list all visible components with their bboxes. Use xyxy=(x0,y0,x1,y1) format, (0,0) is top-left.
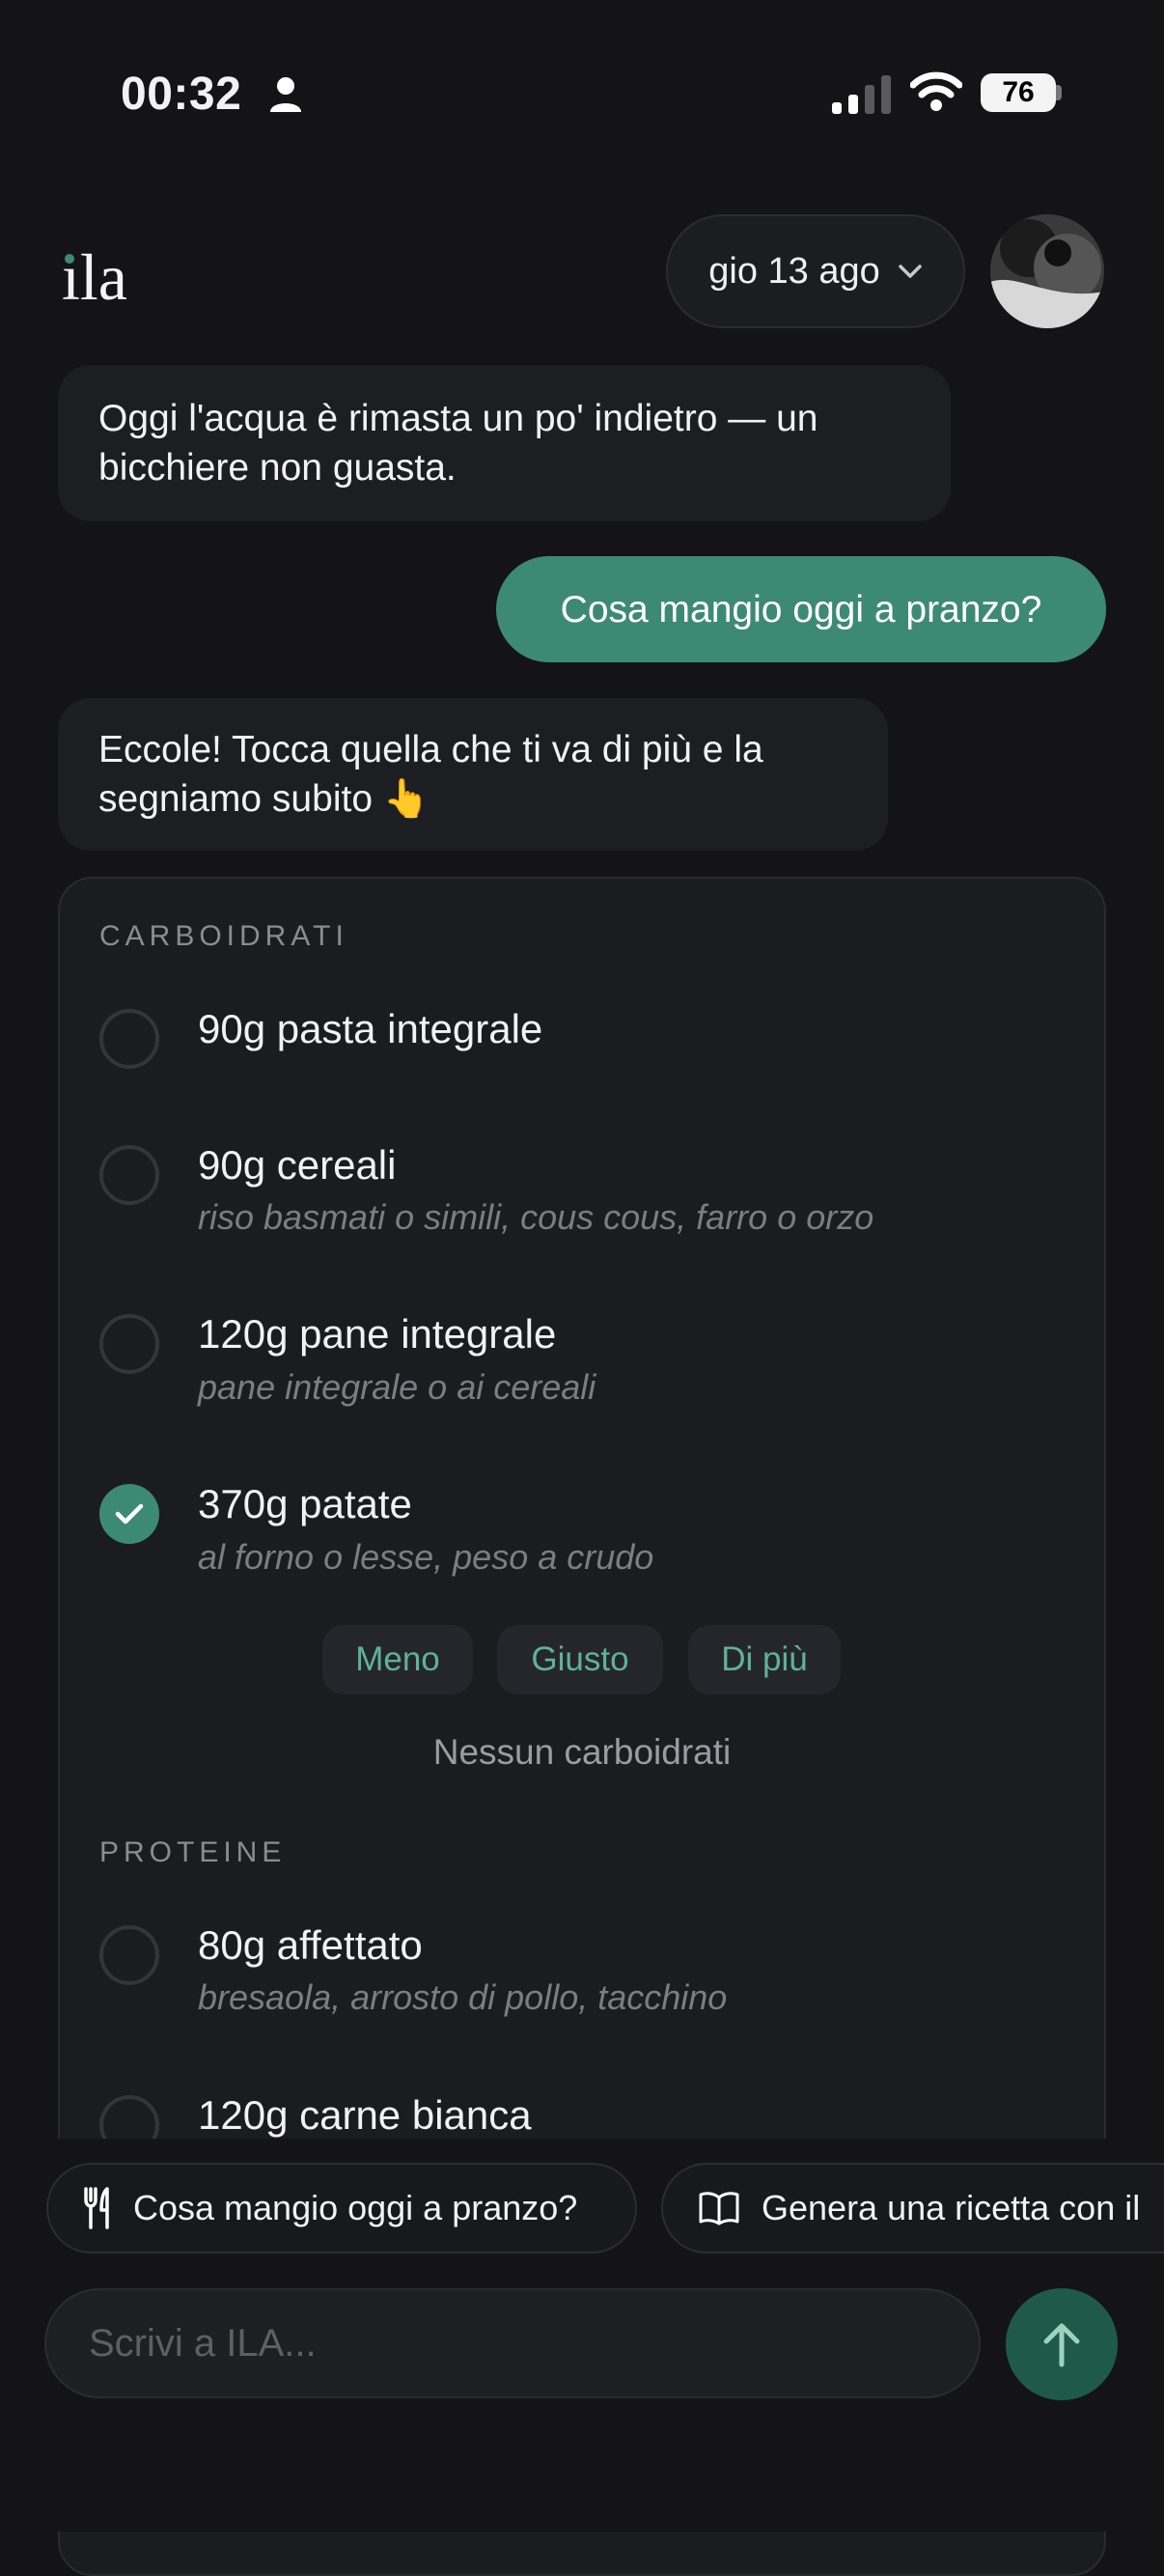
cellular-signal-icon xyxy=(832,75,891,114)
avatar-photo xyxy=(990,214,1104,328)
option-title[interactable]: 120g pane integrale xyxy=(198,1311,556,1358)
book-icon xyxy=(699,2192,739,2226)
battery-indicator: 76 xyxy=(981,73,1056,112)
option-title[interactable]: 90g cereali xyxy=(198,1142,396,1189)
option-subtitle: al forno o lesse, peso a crudo xyxy=(198,1537,654,1577)
input-placeholder: Scrivi a ILA... xyxy=(89,2321,317,2365)
fork-knife-icon xyxy=(84,2187,109,2229)
option-title[interactable]: 90g pasta integrale xyxy=(198,1006,542,1052)
logo-accent-dot xyxy=(65,254,74,264)
message-input[interactable]: Scrivi a ILA... xyxy=(44,2288,981,2398)
arrow-up-icon xyxy=(1043,2323,1080,2367)
portion-right-button[interactable]: Giusto xyxy=(497,1625,663,1694)
status-time: 00:32 xyxy=(121,69,242,120)
option-subtitle: pane integrale o ai cereali xyxy=(198,1367,596,1407)
portion-less-button[interactable]: Meno xyxy=(322,1625,473,1694)
option-title[interactable]: 120g carne bianca xyxy=(198,2092,532,2139)
suggestion-label: Cosa mangio oggi a pranzo? xyxy=(133,2188,578,2227)
none-option[interactable]: Nessun carboidrati xyxy=(0,1732,1164,1773)
option-subtitle: bresaola, arrosto di pollo, tacchino xyxy=(198,1977,728,2017)
person-icon xyxy=(270,77,301,112)
option-radio[interactable] xyxy=(99,1314,159,1374)
send-button[interactable] xyxy=(1006,2288,1118,2400)
suggestion-chip-recipe[interactable]: Genera una ricetta con il xyxy=(661,2163,1164,2254)
option-radio-checked[interactable] xyxy=(99,1484,159,1544)
checkmark-icon xyxy=(115,1503,144,1525)
assistant-message: Oggi l'acqua è rimasta un po' indietro —… xyxy=(58,365,951,521)
option-radio[interactable] xyxy=(99,1009,159,1069)
message-text: Cosa mangio oggi a pranzo? xyxy=(560,588,1042,630)
option-subtitle: riso basmati o simili, cous cous, farro … xyxy=(198,1197,874,1237)
suggestion-chip-lunch[interactable]: Cosa mangio oggi a pranzo? xyxy=(46,2163,637,2254)
option-radio[interactable] xyxy=(99,1925,159,1985)
battery-tip xyxy=(1056,85,1062,100)
wifi-icon xyxy=(910,71,962,111)
user-message: Cosa mangio oggi a pranzo? xyxy=(496,556,1106,662)
message-text: Eccole! Tocca quella che ti va di più e … xyxy=(98,729,763,820)
suggestion-label: Genera una ricetta con il xyxy=(762,2188,1141,2227)
option-title[interactable]: 80g affettato xyxy=(198,1922,423,1969)
user-avatar[interactable] xyxy=(990,214,1104,328)
date-selector[interactable]: gio 13 ago xyxy=(666,214,965,328)
chevron-down-icon xyxy=(899,265,922,278)
message-text: Oggi l'acqua è rimasta un po' indietro —… xyxy=(98,398,818,489)
section-label-proteine: PROTEINE xyxy=(99,1836,287,1868)
portion-more-button[interactable]: Di più xyxy=(688,1625,841,1694)
section-label-carboidrati: CARBOIDRATI xyxy=(99,920,348,952)
option-radio[interactable] xyxy=(99,1145,159,1205)
date-label: gio 13 ago xyxy=(708,250,880,292)
option-title[interactable]: 370g patate xyxy=(198,1481,412,1527)
app-logo: ila xyxy=(62,240,127,314)
assistant-message: Eccole! Tocca quella che ti va di più e … xyxy=(58,698,888,851)
